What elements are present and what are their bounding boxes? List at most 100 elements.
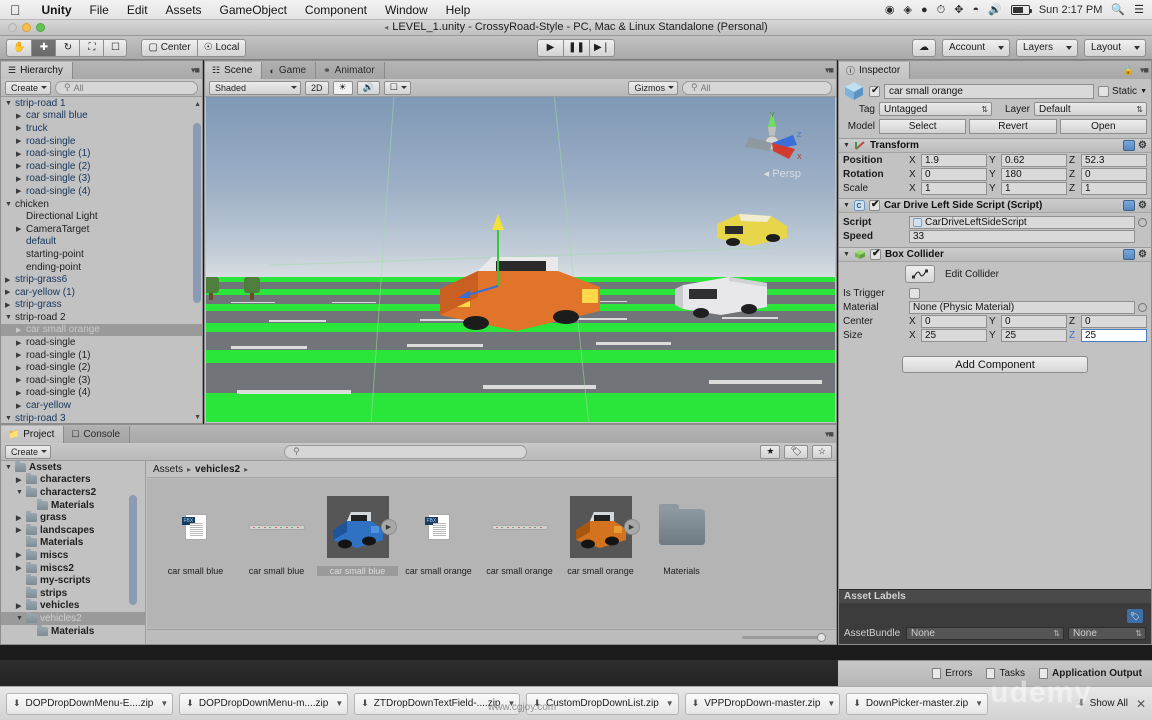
chevron-down-icon[interactable]: [5, 464, 15, 471]
static-dropdown-icon[interactable]: ▼: [1140, 88, 1147, 95]
inspector-panel-menu-icon[interactable]: ▾■: [1140, 65, 1149, 76]
asset-thumbnail[interactable]: ▶: [560, 493, 641, 561]
physic-material-field[interactable]: None (Physic Material): [909, 300, 1135, 314]
volume-icon[interactable]: 🔊: [988, 0, 1002, 20]
menu-file[interactable]: File: [81, 0, 118, 20]
menu-gameobject[interactable]: GameObject: [211, 0, 296, 20]
chevron-right-icon[interactable]: [16, 476, 26, 484]
project-filter-label-button[interactable]: 🏷: [784, 444, 808, 459]
chevron-right-icon[interactable]: [16, 225, 26, 233]
tab-animator[interactable]: ⚭ Animator: [316, 62, 385, 79]
chevron-right-icon[interactable]: [16, 402, 26, 410]
menu-edit[interactable]: Edit: [118, 0, 157, 20]
tab-console[interactable]: ☐ Console: [64, 426, 131, 443]
download-item[interactable]: ⬇ DOPDropDownMenu-E....zip ▼: [6, 692, 174, 715]
chevron-right-icon[interactable]: [16, 364, 26, 372]
transform-scale-y-field[interactable]: 1: [1001, 181, 1067, 195]
chevron-down-icon[interactable]: ▼: [827, 699, 835, 708]
cloud-icon-button[interactable]: ☁: [912, 38, 936, 57]
hand-tool-button[interactable]: ✋: [6, 38, 32, 57]
transform-rotation-y-field[interactable]: 180: [1001, 167, 1067, 181]
scene-audio-toggle[interactable]: 🔊: [356, 80, 380, 95]
label-tag-icon[interactable]: 🏷: [1127, 609, 1143, 623]
scale-tool-button[interactable]: ⛶: [79, 38, 104, 57]
hierarchy-list[interactable]: strip-road 1car small bluetruckroad-sing…: [1, 97, 202, 423]
project-create-button[interactable]: Create: [5, 444, 52, 459]
is-trigger-checkbox[interactable]: [909, 287, 920, 299]
dropbox-icon[interactable]: ●: [921, 0, 928, 20]
hierarchy-item[interactable]: car-yellow (1): [1, 286, 202, 299]
project-tree-item[interactable]: Materials: [1, 536, 145, 550]
collider-help-icon[interactable]: [1123, 249, 1136, 260]
transform-scale-z-field[interactable]: 1: [1081, 181, 1147, 195]
project-tree-item[interactable]: Materials: [1, 498, 145, 512]
chevron-right-icon[interactable]: [16, 137, 26, 145]
chevron-right-icon[interactable]: [16, 514, 26, 522]
project-tree-scrollbar[interactable]: [129, 465, 137, 636]
asset-item[interactable]: FBX car small blue: [155, 493, 236, 576]
static-checkbox[interactable]: [1098, 85, 1110, 97]
project-tree-item[interactable]: characters2: [1, 485, 145, 499]
hierarchy-item[interactable]: road-single (2): [1, 160, 202, 173]
transform-position-z-field[interactable]: 52.3: [1081, 153, 1147, 167]
asset-thumbnail[interactable]: [236, 493, 317, 561]
script-foldout-icon[interactable]: ▼: [843, 202, 850, 209]
download-item[interactable]: ⬇ DOPDropDownMenu-m....zip ▼: [179, 692, 349, 715]
download-item[interactable]: ⬇ DownPicker-master.zip ▼: [846, 692, 989, 715]
chevron-right-icon[interactable]: [16, 187, 26, 195]
hierarchy-item[interactable]: car-yellow: [1, 399, 202, 412]
hierarchy-item[interactable]: road-single (3): [1, 173, 202, 186]
hierarchy-panel-menu-icon[interactable]: ▾■: [191, 65, 200, 76]
script-help-icon[interactable]: [1123, 200, 1136, 211]
hierarchy-scroll-down-icon[interactable]: ▼: [194, 414, 201, 421]
menu-help[interactable]: Help: [437, 0, 480, 20]
chevron-down-icon[interactable]: ▼: [975, 699, 983, 708]
rotate-tool-button[interactable]: ↻: [55, 38, 80, 57]
battery-icon[interactable]: [1010, 4, 1032, 15]
speed-field[interactable]: 33: [909, 229, 1135, 243]
scene-effects-dropdown[interactable]: ☐: [383, 80, 411, 95]
asset-item[interactable]: Materials: [641, 493, 722, 576]
hierarchy-item[interactable]: strip-road 2: [1, 311, 202, 324]
edit-collider-button[interactable]: [905, 265, 935, 283]
chevron-down-icon[interactable]: ▼: [666, 699, 674, 708]
download-item[interactable]: ⬇ ZTDropDownTextField-....zip ▼: [354, 692, 521, 715]
tab-scene[interactable]: ☷ Scene: [205, 62, 263, 79]
center-y-field[interactable]: 0: [1001, 314, 1067, 328]
asset-item[interactable]: car small orange: [479, 493, 560, 576]
chevron-down-icon[interactable]: [5, 201, 15, 208]
chevron-right-icon[interactable]: [5, 288, 15, 296]
transform-scale-x-field[interactable]: 1: [921, 181, 987, 195]
tab-game[interactable]: ◐ Game: [262, 62, 317, 79]
scene-gizmos-dropdown[interactable]: Gizmos: [628, 80, 678, 95]
time-machine-icon[interactable]: ⏱: [937, 0, 946, 20]
project-search-input[interactable]: ⚲: [284, 444, 528, 459]
chevron-right-icon[interactable]: [16, 376, 26, 384]
project-tree-item[interactable]: miscs2: [1, 561, 145, 575]
static-toggle[interactable]: Static ▼: [1098, 85, 1147, 97]
size-y-field[interactable]: 25: [1001, 328, 1067, 342]
hierarchy-item[interactable]: road-single (1): [1, 147, 202, 160]
hierarchy-item[interactable]: CameraTarget: [1, 223, 202, 236]
project-panel-menu-icon[interactable]: ▾■: [825, 429, 834, 440]
hierarchy-item[interactable]: strip-road 1: [1, 97, 202, 110]
transform-position-x-field[interactable]: 1.9: [921, 153, 987, 167]
asset-thumbnail[interactable]: ▶: [317, 493, 398, 561]
chevron-right-icon[interactable]: [16, 389, 26, 397]
chevron-right-icon[interactable]: [16, 150, 26, 158]
asset-item[interactable]: FBX car small orange: [398, 493, 479, 576]
project-tree-item[interactable]: grass: [1, 511, 145, 524]
model-select-button[interactable]: Select: [879, 118, 967, 134]
collider-foldout-icon[interactable]: ▼: [843, 251, 850, 258]
asset-thumbnail[interactable]: FBX: [155, 493, 236, 561]
model-open-button[interactable]: Open: [1059, 118, 1147, 134]
menu-unity[interactable]: Unity: [33, 0, 81, 20]
rect-tool-button[interactable]: ☐: [103, 38, 128, 57]
chevron-right-icon[interactable]: [16, 162, 26, 170]
transform-gear-icon[interactable]: ⚙: [1138, 140, 1147, 151]
chevron-right-icon[interactable]: [16, 564, 26, 572]
asset-thumbnail[interactable]: FBX: [398, 493, 479, 561]
breadcrumb-assets[interactable]: Assets: [153, 464, 183, 475]
transform-position-y-field[interactable]: 0.62: [1001, 153, 1067, 167]
move-tool-button[interactable]: ✚: [31, 38, 56, 57]
